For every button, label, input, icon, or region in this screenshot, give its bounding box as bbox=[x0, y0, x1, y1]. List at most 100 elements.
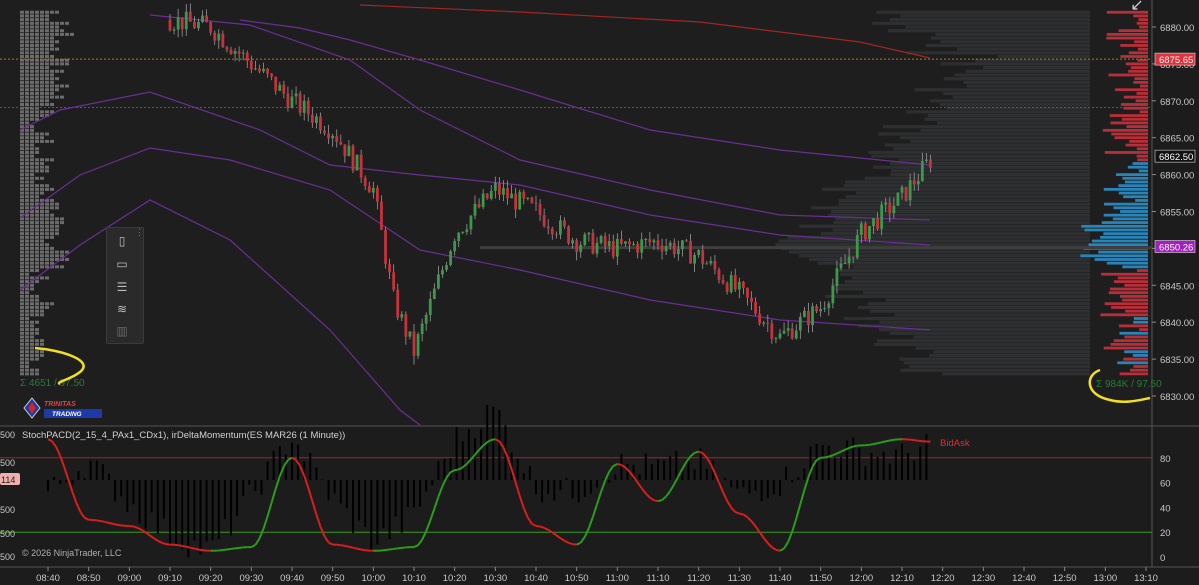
tpo-block bbox=[20, 250, 24, 254]
candle-body bbox=[310, 114, 314, 123]
volume-profile-bar bbox=[845, 180, 1090, 184]
time-tick-label: 10:20 bbox=[443, 573, 467, 584]
wave-icon[interactable]: ≋ bbox=[111, 300, 133, 318]
bidask-profile-bar bbox=[1108, 73, 1148, 77]
tpo-block bbox=[55, 29, 59, 33]
tpo-block bbox=[30, 309, 34, 313]
tpo-block bbox=[40, 43, 44, 47]
right-profile-label: Σ 984K / 97.50 bbox=[1096, 379, 1162, 390]
candle-body bbox=[294, 93, 298, 97]
bidask-profile-bar bbox=[1117, 361, 1148, 365]
delta-bar bbox=[840, 457, 842, 480]
candle-body bbox=[217, 33, 221, 41]
candle-body bbox=[205, 15, 208, 23]
toolbar-grip-icon[interactable]: ⋮ bbox=[135, 228, 144, 242]
bidask-profile-bar bbox=[1137, 158, 1148, 162]
tpo-block bbox=[25, 154, 29, 158]
candle-body bbox=[563, 220, 566, 227]
delta-bar bbox=[260, 480, 263, 495]
tpo-block bbox=[25, 324, 29, 328]
tpo-block bbox=[30, 305, 34, 309]
stoch-segment bbox=[340, 544, 346, 547]
tpo-block bbox=[20, 294, 24, 298]
candle-body bbox=[168, 19, 172, 31]
tpo-block bbox=[35, 232, 39, 236]
time-tick-label: 12:00 bbox=[849, 573, 873, 584]
bidask-profile-bar bbox=[1104, 151, 1148, 154]
volume-profile-icon[interactable]: ☰ bbox=[111, 278, 133, 296]
tpo-block bbox=[25, 55, 29, 59]
tpo-block bbox=[25, 339, 29, 343]
volume-profile-bar bbox=[924, 117, 1090, 121]
bidask-profile-bar bbox=[1120, 103, 1148, 106]
tpo-block bbox=[20, 361, 24, 365]
close-panel-icon[interactable]: ↙ bbox=[1128, 0, 1146, 14]
candle-body bbox=[803, 310, 806, 317]
candle-body bbox=[827, 303, 831, 309]
tpo-block bbox=[50, 250, 54, 254]
delta-bar bbox=[114, 480, 117, 502]
time-tick-label: 09:10 bbox=[158, 573, 182, 584]
tpo-block bbox=[20, 180, 24, 184]
volume-profile-bar bbox=[900, 368, 1090, 372]
bidask-profile-bar bbox=[1122, 176, 1148, 180]
candle-body bbox=[754, 301, 757, 314]
candle-body bbox=[900, 187, 904, 193]
stoch-segment bbox=[617, 463, 622, 466]
tpo-block bbox=[20, 114, 24, 118]
tpo-block bbox=[30, 150, 34, 154]
delta-bar bbox=[242, 480, 245, 496]
candle-body bbox=[697, 250, 701, 255]
time-tick-label: 09:00 bbox=[117, 573, 141, 584]
delta-bar bbox=[199, 480, 202, 555]
stoch-segment bbox=[848, 445, 854, 449]
tpo-block bbox=[25, 328, 29, 332]
candle-body bbox=[859, 223, 863, 236]
candle-body bbox=[371, 187, 375, 193]
tpo-block bbox=[50, 91, 54, 95]
tpo-block bbox=[20, 353, 24, 357]
candle-body bbox=[298, 93, 302, 113]
tpo-block bbox=[55, 21, 59, 25]
volume-profile-bar bbox=[853, 265, 1090, 269]
chart-canvas[interactable]: 6880.006875.006870.006865.006860.006855.… bbox=[0, 0, 1199, 585]
candle-body bbox=[798, 316, 802, 331]
volume-profile-bar bbox=[956, 47, 1090, 51]
tpo-block bbox=[25, 25, 29, 29]
candle-body bbox=[225, 47, 229, 50]
tpo-block bbox=[40, 206, 44, 210]
tpo-block bbox=[20, 36, 24, 40]
tpo-block bbox=[55, 10, 59, 14]
candle-body bbox=[473, 203, 477, 216]
delta-bar bbox=[345, 480, 348, 509]
candle-body bbox=[766, 322, 770, 324]
bidask-profile-bar bbox=[1120, 55, 1148, 58]
delta-bar bbox=[894, 449, 897, 480]
volume-profile-bar bbox=[857, 305, 1090, 310]
tpo-block bbox=[35, 80, 39, 84]
bidask-profile-bar bbox=[1138, 18, 1148, 22]
delta-bar bbox=[589, 480, 592, 494]
volume-profile-bar bbox=[830, 209, 1090, 214]
stoch-segment bbox=[385, 548, 390, 552]
candle-body bbox=[786, 328, 790, 331]
volume-profile-bar bbox=[914, 88, 1090, 92]
bars-icon[interactable]: ▥ bbox=[111, 322, 133, 340]
delta-bar bbox=[217, 480, 220, 540]
tpo-block bbox=[35, 280, 39, 284]
delta-bar bbox=[236, 480, 239, 517]
tpo-block bbox=[40, 102, 44, 106]
tpo-block bbox=[55, 25, 59, 29]
tpo-block bbox=[40, 210, 44, 213]
delta-bar bbox=[254, 480, 257, 492]
delta-bar bbox=[901, 443, 903, 480]
bidask-profile-bar bbox=[1139, 84, 1148, 88]
select-tool-icon[interactable]: ▭ bbox=[111, 255, 133, 273]
candle-body bbox=[197, 21, 200, 29]
rectangle-tool-icon[interactable]: ▯ bbox=[111, 232, 133, 250]
delta-bar bbox=[272, 450, 275, 480]
tpo-block bbox=[20, 235, 24, 239]
candle-body bbox=[477, 203, 481, 208]
bidask-profile-bar bbox=[1103, 232, 1148, 236]
bidask-profile-bar bbox=[1134, 40, 1148, 44]
